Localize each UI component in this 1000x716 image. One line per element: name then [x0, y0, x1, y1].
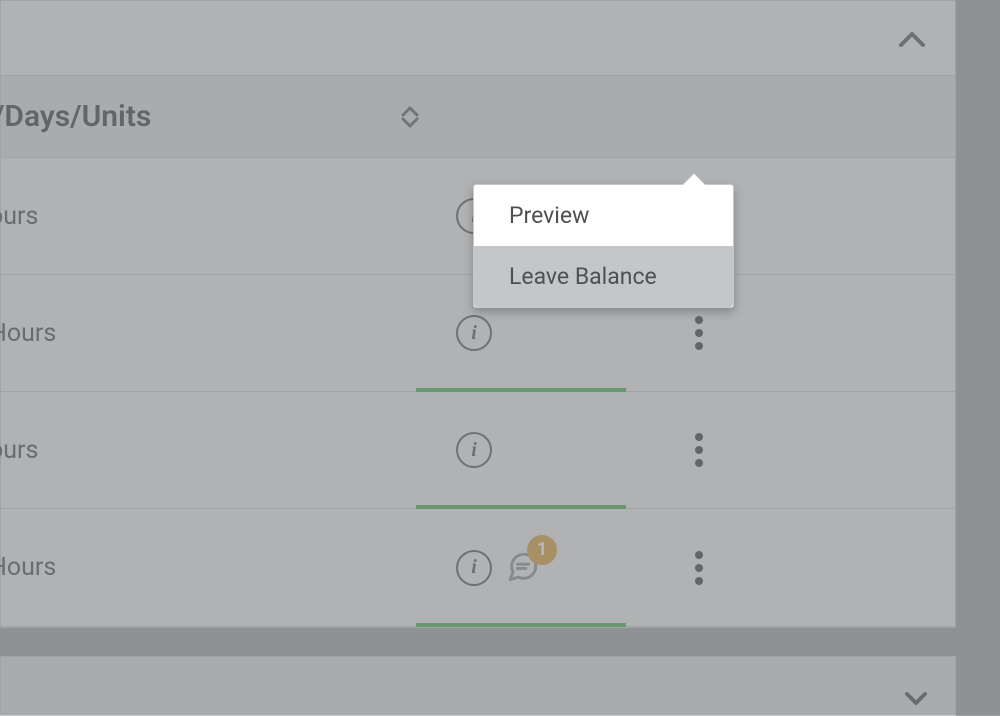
comment-count-badge: 1	[527, 535, 557, 565]
dropdown-pointer	[683, 174, 705, 185]
row-actions-menu-button[interactable]	[695, 551, 703, 585]
table-row: Hours i 1	[1, 509, 955, 627]
bottom-panel-header[interactable]	[0, 656, 956, 716]
info-icon[interactable]: i	[456, 315, 492, 351]
dropdown-item-leave-balance[interactable]: Leave Balance	[474, 246, 733, 307]
row-actions-menu-button[interactable]	[695, 433, 703, 467]
row-value: Hours	[0, 553, 56, 582]
row-actions-dropdown: Preview Leave Balance	[473, 184, 734, 308]
progress-bar	[416, 623, 626, 627]
collapse-panel-icon[interactable]	[899, 21, 925, 54]
row-value: ours	[0, 436, 38, 465]
table-row: ours i	[1, 392, 955, 509]
row-value: ours	[0, 202, 38, 231]
expand-panel-icon[interactable]	[905, 687, 927, 712]
dropdown-item-preview[interactable]: Preview	[474, 185, 733, 246]
sort-icon[interactable]	[401, 106, 419, 128]
row-value: Hours	[0, 319, 56, 348]
panel-header	[1, 1, 955, 76]
content-panel: /Days/Units ours i Hours i ours i Hours …	[0, 0, 956, 628]
row-actions-menu-button[interactable]	[695, 316, 703, 350]
column-header-label: /Days/Units	[0, 99, 151, 134]
column-header[interactable]: /Days/Units	[1, 76, 955, 158]
comment-icon[interactable]: 1	[506, 550, 542, 586]
info-icon[interactable]: i	[456, 550, 492, 586]
info-icon[interactable]: i	[456, 432, 492, 468]
